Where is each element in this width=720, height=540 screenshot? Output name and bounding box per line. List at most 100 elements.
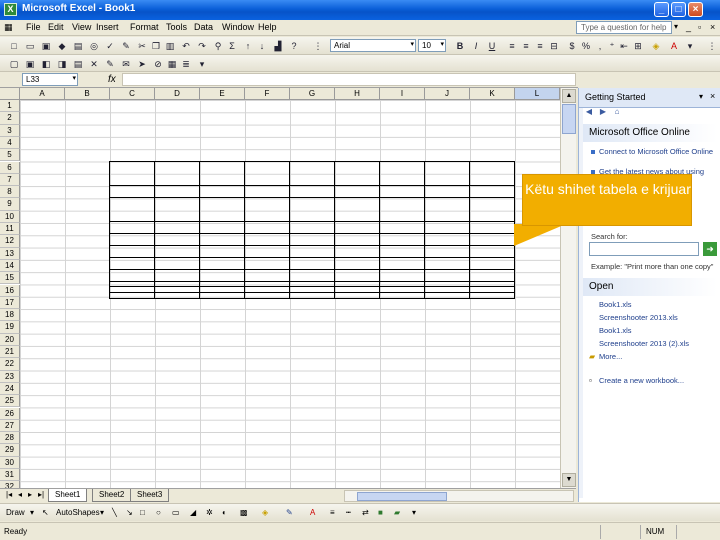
table-cell[interactable] [334,292,380,299]
table-cell[interactable] [154,221,200,234]
table-cell[interactable] [109,161,155,186]
tab-sheet3[interactable]: Sheet3 [130,489,170,502]
row-header-4[interactable]: 4 [0,136,20,150]
table-cell[interactable] [424,197,470,222]
table-cell[interactable] [334,257,380,270]
table-cell[interactable] [289,269,335,282]
row-header-5[interactable]: 5 [0,149,20,162]
name-box[interactable]: L33 ▾ [22,73,78,86]
table-cell[interactable] [199,257,245,270]
review-options-icon[interactable]: ≣ [180,58,192,70]
open-icon[interactable]: ▭ [24,40,36,52]
column-header-d[interactable]: D [155,88,200,100]
recent-file-4[interactable]: Screenshooter 2013 (2).xls [599,339,715,348]
table-cell[interactable] [379,245,425,258]
row-header-13[interactable]: 13 [0,247,20,260]
table-cell[interactable] [424,161,470,186]
table-cell[interactable] [469,257,515,270]
bold-icon[interactable]: B [454,40,466,52]
row-header-3[interactable]: 3 [0,124,20,137]
chart-wizard-icon[interactable]: ▟ [272,40,284,52]
insert-picture-icon[interactable]: ▩ [240,508,248,517]
search-input[interactable] [589,242,699,256]
more-files-link[interactable]: More... [599,352,715,361]
table-cell[interactable] [469,269,515,282]
home-icon[interactable]: ⌂ [611,106,623,118]
draw-font-color-icon[interactable]: A [310,508,315,517]
table-cell[interactable] [199,221,245,234]
minimize-button[interactable]: _ [654,2,669,17]
column-header-l[interactable]: L [515,88,560,100]
recent-file-3[interactable]: Book1.xls [599,326,715,335]
table-cell[interactable] [199,185,245,198]
clipart-icon[interactable]: ◐ [222,508,227,517]
row-header-32[interactable]: 32 [0,481,20,488]
toolbar-options-2-icon[interactable]: ▾ [196,58,208,70]
table-cell[interactable] [289,257,335,270]
new-icon[interactable]: □ [8,40,20,52]
column-header-e[interactable]: E [200,88,245,100]
research-icon[interactable]: ✎ [120,40,132,52]
menu-data[interactable]: Data [194,22,213,32]
undo-icon[interactable]: ↶ [180,40,192,52]
row-header-16[interactable]: 16 [0,284,20,297]
textbox-icon[interactable]: ▭ [172,508,180,517]
table-cell[interactable] [109,269,155,282]
table-cell[interactable] [109,233,155,246]
row-header-7[interactable]: 7 [0,173,20,187]
row-header-25[interactable]: 25 [0,395,20,408]
sort-descending-icon[interactable]: ↓ [256,40,268,52]
line-style-icon[interactable]: ≡ [330,508,335,517]
table-cell[interactable] [244,292,290,299]
recent-file-1[interactable]: Book1.xls [599,300,715,309]
edit-comment-icon[interactable]: ▢ [8,58,20,70]
line-icon[interactable]: ╲ [112,508,117,517]
menu-help[interactable]: Help [258,22,277,32]
table-cell[interactable] [154,161,200,186]
menu-edit[interactable]: Edit [48,22,64,32]
autoshapes-dropdown-icon[interactable]: ▾ [100,508,104,517]
table-cell[interactable] [334,233,380,246]
table-cell[interactable] [199,233,245,246]
table-cell[interactable] [289,197,335,222]
sort-ascending-icon[interactable]: ↑ [242,40,254,52]
table-cell[interactable] [379,233,425,246]
last-sheet-icon[interactable]: ▸| [38,490,44,499]
name-box-dropdown-icon[interactable]: ▾ [72,74,76,82]
table-cell[interactable] [244,245,290,258]
arrow-style-icon[interactable]: ⇄ [362,508,369,517]
row-header-2[interactable]: 2 [0,112,20,125]
table-cell[interactable] [244,257,290,270]
row-header-31[interactable]: 31 [0,469,20,482]
wordart-icon[interactable]: ◢ [190,508,196,517]
table-cell[interactable] [424,233,470,246]
table-cell[interactable] [199,197,245,222]
hide-comment-icon[interactable]: ▤ [72,58,84,70]
borders-icon[interactable]: ⊞ [632,40,644,52]
table-cell[interactable] [379,185,425,198]
edit-list-icon[interactable]: ▦ [166,58,178,70]
permission-icon[interactable]: ◆ [56,40,68,52]
font-size-box[interactable]: 10 ▾ [418,39,446,52]
maximize-button[interactable]: □ [671,2,686,17]
table-cell[interactable] [469,233,515,246]
table-cell[interactable] [154,233,200,246]
help-dropdown-arrow-icon[interactable]: ▾ [674,22,678,31]
table-cell[interactable] [244,197,290,222]
menu-file[interactable]: File [26,22,41,32]
row-header-24[interactable]: 24 [0,382,20,396]
row-header-23[interactable]: 23 [0,370,20,383]
select-all-corner[interactable] [0,88,20,100]
comma-style-icon[interactable]: , [594,40,606,52]
hyperlink-icon[interactable]: ⚲ [212,40,224,52]
row-header-27[interactable]: 27 [0,419,20,433]
table-cell[interactable] [289,245,335,258]
horizontal-scrollbar[interactable] [344,490,574,502]
table-cell[interactable] [109,221,155,234]
row-header-29[interactable]: 29 [0,444,20,457]
table-cell[interactable] [334,185,380,198]
table-cell[interactable] [109,257,155,270]
row-header-22[interactable]: 22 [0,358,20,371]
table-cell[interactable] [109,197,155,222]
tab-sheet1[interactable]: Sheet1 [48,489,88,502]
